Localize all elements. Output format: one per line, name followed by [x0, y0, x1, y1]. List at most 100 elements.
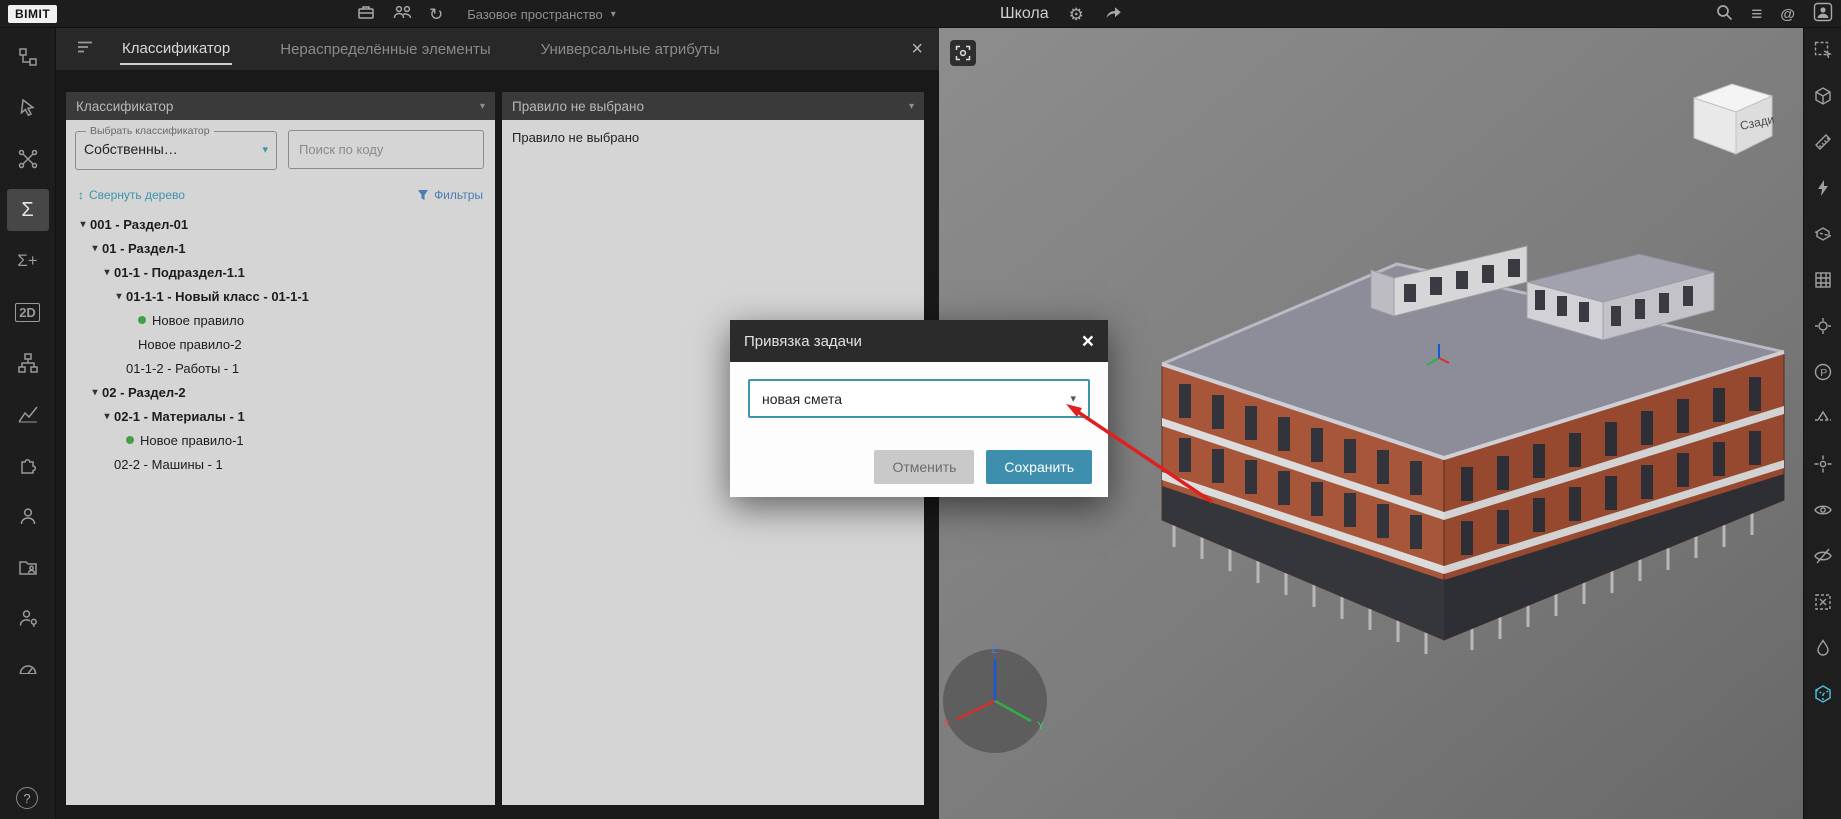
tree-item[interactable]: 02-2 - Машины - 1 — [66, 452, 495, 476]
collapse-tree-label: Свернуть дерево — [89, 188, 185, 202]
list-icon[interactable]: ≡ — [1751, 5, 1762, 24]
tree-item[interactable]: Новое правило-2 — [66, 332, 495, 356]
clear-selection-icon[interactable] — [1813, 592, 1833, 617]
gauge-icon[interactable] — [7, 648, 49, 690]
tab-universal-attributes[interactable]: Универсальные атрибуты — [539, 35, 722, 64]
tree-item[interactable]: ▾01-1 - Подраздел-1.1 — [66, 260, 495, 284]
search-icon[interactable] — [1715, 3, 1733, 26]
tree-item-label: 001 - Раздел-01 — [90, 217, 188, 232]
code-search-input[interactable] — [288, 130, 484, 169]
tree-item[interactable]: ▾001 - Раздел-01 — [66, 212, 495, 236]
collapse-tree-button[interactable]: ↕ Свернуть дерево — [78, 188, 185, 202]
right-toolbar: P — [1803, 28, 1841, 819]
tree-caret-icon[interactable]: ▾ — [112, 291, 126, 302]
measure-icon[interactable] — [1813, 132, 1833, 157]
tree-item[interactable]: ▾02-1 - Материалы - 1 — [66, 404, 495, 428]
screenshot-button[interactable] — [950, 40, 976, 66]
workspace-select[interactable]: Базовое пространство ▾ — [467, 7, 616, 22]
rule-empty-text: Правило не выбрано — [502, 120, 924, 155]
axis-gizmo[interactable]: Z X Y — [939, 639, 1057, 763]
tree-item-label: 01-1-1 - Новый класс - 01-1-1 — [126, 289, 309, 304]
tree-caret-icon[interactable]: ▾ — [88, 243, 102, 254]
filters-button[interactable]: Фильтры — [417, 188, 483, 202]
help-button[interactable]: ? — [16, 787, 38, 809]
tree-item[interactable]: ▾01-1-1 - Новый класс - 01-1-1 — [66, 284, 495, 308]
appearance-icon[interactable] — [1813, 638, 1833, 663]
selection-frame-icon[interactable] — [1813, 40, 1833, 65]
orbit-cube-icon[interactable] — [1813, 86, 1833, 111]
grid-icon[interactable] — [1813, 270, 1833, 295]
chevron-down-icon: ▾ — [909, 101, 914, 112]
dialog-body: новая смета ▾ Отменить Сохранить — [730, 362, 1108, 497]
tree-caret-icon[interactable]: ▾ — [88, 387, 102, 398]
chevron-down-icon: ▾ — [480, 101, 485, 112]
topbar: BIMIT ↻ Базовое пространство ▾ Школа ⚙ — [0, 0, 1841, 28]
model-tree-icon[interactable] — [7, 36, 49, 78]
chevron-down-icon: ▾ — [1070, 392, 1076, 405]
sort-menu-icon[interactable] — [76, 39, 94, 60]
tree-item[interactable]: 01-1-2 - Работы - 1 — [66, 356, 495, 380]
classifier-select[interactable]: Выбрать классификатор Собственны… ▾ — [75, 125, 277, 170]
plugin-puzzle-icon[interactable] — [7, 444, 49, 486]
project-title: Школа — [1000, 5, 1049, 23]
team-icon[interactable] — [392, 2, 413, 27]
user-avatar-icon[interactable] — [1813, 2, 1833, 27]
section-box-icon[interactable] — [1813, 224, 1833, 249]
classifier-column: Классификатор ▾ Выбрать классификатор Со… — [66, 92, 495, 805]
classifier-column-body: Выбрать классификатор Собственны… ▾ ↕ Св… — [66, 120, 495, 805]
tab-unallocated-elements[interactable]: Нераспределённые элементы — [278, 35, 492, 64]
shared-folder-icon[interactable] — [7, 546, 49, 588]
save-button[interactable]: Сохранить — [986, 450, 1092, 484]
dialog-header: Привязка задачи × — [730, 320, 1108, 362]
svg-text:P: P — [1820, 367, 1827, 379]
two-d-view-icon[interactable]: 2D — [7, 291, 49, 333]
task-binding-dialog: Привязка задачи × новая смета ▾ Отменить… — [730, 320, 1108, 497]
rule-column-header[interactable]: Правило не выбрано ▾ — [502, 92, 924, 120]
tree-item[interactable]: ▾02 - Раздел-2 — [66, 380, 495, 404]
axis-z-label: Z — [991, 644, 998, 656]
ghost-view-icon[interactable] — [1813, 684, 1833, 709]
tree-item-label: Новое правило — [152, 313, 244, 328]
briefcase-icon[interactable] — [356, 2, 376, 27]
tree-caret-icon[interactable]: ▾ — [76, 219, 90, 230]
share-icon[interactable] — [1104, 3, 1123, 25]
center-focus-icon[interactable] — [1813, 316, 1833, 341]
history-icon[interactable]: ↻ — [429, 6, 443, 23]
classifier-sigma-icon[interactable]: Σ — [7, 189, 49, 231]
sigma-plus-icon[interactable]: Σ+ — [7, 240, 49, 282]
tree-item[interactable]: Новое правило-1 — [66, 428, 495, 452]
section-cut-icon[interactable] — [1813, 408, 1833, 433]
parking-icon[interactable]: P — [1813, 362, 1833, 387]
classifier-column-header[interactable]: Классификатор ▾ — [66, 92, 495, 120]
select-cursor-icon[interactable] — [7, 87, 49, 129]
link-elements-icon[interactable] — [7, 138, 49, 180]
tree-item-label: Новое правило-2 — [138, 337, 242, 352]
tab-classifier[interactable]: Классификатор — [120, 34, 232, 65]
user-location-icon[interactable] — [7, 597, 49, 639]
tree-item[interactable]: ▾01 - Раздел-1 — [66, 236, 495, 260]
graph-icon[interactable] — [7, 393, 49, 435]
cancel-button[interactable]: Отменить — [874, 450, 974, 484]
close-panel-icon[interactable]: × — [911, 39, 923, 59]
tree-item[interactable]: Новое правило — [66, 308, 495, 332]
account-at-icon[interactable]: @ — [1780, 7, 1795, 22]
lightning-icon[interactable] — [1813, 178, 1833, 203]
eye-icon[interactable] — [1813, 500, 1833, 525]
tree-item-label: 01 - Раздел-1 — [102, 241, 186, 256]
rule-column-title: Правило не выбрано — [512, 99, 644, 114]
tree-caret-icon[interactable]: ▾ — [100, 267, 114, 278]
tree-controls: ↕ Свернуть дерево Фильтры — [66, 184, 495, 206]
tree-caret-icon[interactable]: ▾ — [100, 411, 114, 422]
view-cube[interactable]: Сзади — [1684, 62, 1784, 166]
tree-item-label: 01-1 - Подраздел-1.1 — [114, 265, 245, 280]
gear-icon[interactable]: ⚙ — [1069, 6, 1084, 23]
dialog-close-icon[interactable]: × — [1082, 331, 1094, 352]
estimate-select[interactable]: новая смета ▾ — [748, 379, 1090, 418]
axis-x-label: X — [943, 718, 951, 730]
structure-icon[interactable] — [7, 342, 49, 384]
chevron-down-icon: ▾ — [262, 143, 268, 156]
eye-off-icon[interactable] — [1813, 546, 1833, 571]
topbar-right-tools: ≡ @ — [1715, 0, 1833, 28]
crosshair-icon[interactable] — [1813, 454, 1833, 479]
user-icon[interactable] — [7, 495, 49, 537]
